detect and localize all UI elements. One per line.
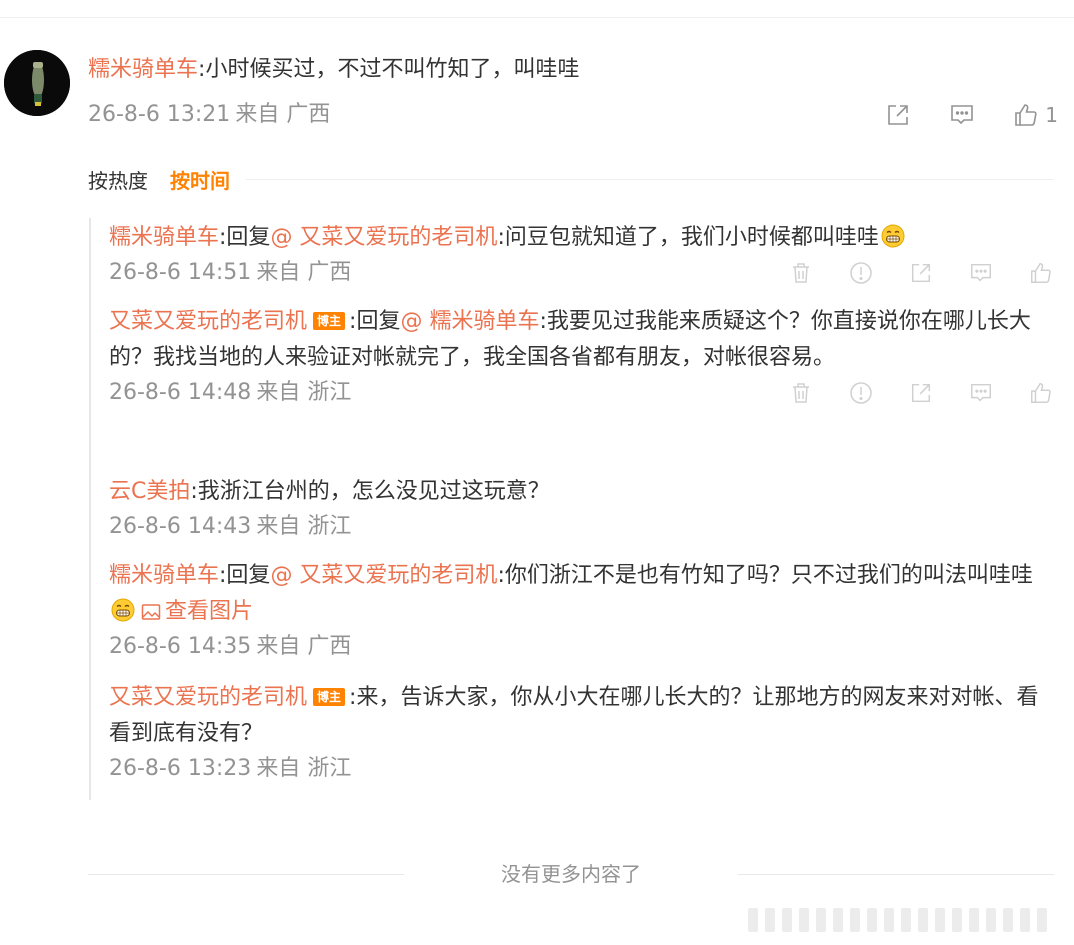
delete-button[interactable]	[789, 381, 813, 405]
reply-item: 糯米骑单车:回复@ 又菜又爱玩的老司机:你们浙江不是也有竹知了吗？只不过我们的叫…	[109, 558, 1053, 664]
reply-location: 来自 浙江	[256, 756, 352, 781]
report-button[interactable]	[849, 381, 873, 405]
image-icon	[141, 604, 161, 620]
like-count: 1	[1045, 103, 1058, 127]
reply-meta: 26-8-6 14:43 来自 浙江	[109, 510, 1053, 544]
blogger-badge: 博主	[313, 688, 346, 706]
top-divider	[0, 17, 1074, 18]
reply-meta: 26-8-6 14:51 来自 广西	[109, 256, 1053, 290]
share-icon	[911, 383, 931, 403]
watermark	[748, 905, 1066, 935]
reply-prefix: :回复	[219, 563, 271, 588]
report-button[interactable]	[849, 261, 873, 285]
reply-body: :我浙江台州的，怎么没见过这玩意？	[190, 479, 550, 504]
blogger-badge: 博主	[313, 312, 346, 330]
reply-actions	[753, 256, 1053, 290]
report-icon	[850, 262, 872, 284]
reply-username[interactable]: 又菜又爱玩的老司机	[109, 685, 307, 710]
share-icon	[911, 263, 931, 283]
reply-meta: 26-8-6 14:48 来自 浙江	[109, 376, 1053, 410]
like-button[interactable]	[1029, 381, 1053, 405]
reply-text: 糯米骑单车:回复@ 又菜又爱玩的老司机:你们浙江不是也有竹知了吗？只不过我们的叫…	[109, 558, 1053, 630]
sort-by-time-tab[interactable]: 按时间	[170, 165, 230, 194]
reply-timestamp: 26-8-6 14:51	[109, 260, 252, 285]
sort-divider	[246, 178, 1054, 180]
comment-body: 小时候买过，不过不叫竹知了，叫哇哇	[205, 57, 580, 82]
reply-body: :你们浙江不是也有竹知了吗？只不过我们的叫法叫哇哇	[497, 563, 1033, 588]
reply-actions	[753, 376, 1053, 410]
report-icon	[850, 382, 872, 404]
reply-button[interactable]	[969, 381, 993, 405]
sort-bar: 按热度 按时间	[88, 163, 1054, 195]
sort-by-hot-tab[interactable]: 按热度	[88, 165, 148, 194]
reply-timestamp: 26-8-6 14:48	[109, 380, 252, 405]
reply-text: 云C美拍:我浙江台州的，怎么没见过这玩意？	[109, 474, 1053, 510]
grin-emoji-icon	[111, 598, 135, 622]
grin-emoji-icon	[881, 224, 905, 248]
reply-text: 又菜又爱玩的老司机 博主:来，告诉大家，你从小大在哪儿长大的？让那地方的网友来对对…	[109, 680, 1053, 752]
reply-item: 糯米骑单车:回复@ 又菜又爱玩的老司机:问豆包就知道了，我们小时候都叫哇哇 26…	[109, 220, 1053, 290]
reply-prefix: :回复	[219, 225, 271, 250]
share-button[interactable]	[885, 102, 911, 128]
end-divider-right	[738, 874, 1054, 875]
reply-item: 又菜又爱玩的老司机 博主:来，告诉大家，你从小大在哪儿长大的？让那地方的网友来对对…	[109, 680, 1053, 786]
main-comment-meta: 26-8-6 13:21 来自 广西 1	[88, 98, 1058, 132]
reply-username[interactable]: 云C美拍	[109, 479, 190, 504]
avatar[interactable]	[4, 50, 70, 116]
reply-mention[interactable]: @ 又菜又爱玩的老司机	[270, 225, 497, 250]
reply-location: 来自 浙江	[256, 380, 352, 405]
reply-prefix: :回复	[349, 309, 401, 334]
reply-item: 又菜又爱玩的老司机 博主:回复@ 糯米骑单车:我要见过我能来质疑这个？你直接说你在…	[109, 304, 1053, 410]
comment-icon	[951, 105, 974, 125]
like-button[interactable]: 1	[1013, 102, 1058, 128]
view-image-link[interactable]: 查看图片	[141, 599, 253, 624]
thumbs-up-icon	[1031, 263, 1051, 283]
share-button[interactable]	[909, 381, 933, 405]
trash-icon	[793, 263, 809, 283]
thumbs-up-icon	[1031, 383, 1051, 403]
reply-location: 来自 广西	[256, 260, 352, 285]
reply-username[interactable]: 糯米骑单车	[109, 225, 219, 250]
comment-username[interactable]: 糯米骑单车	[88, 57, 198, 82]
reply-username[interactable]: 又菜又爱玩的老司机	[109, 309, 307, 334]
comment-icon	[971, 263, 991, 282]
reply-meta: 26-8-6 14:35 来自 广西	[109, 630, 1053, 664]
main-comment-actions: 1	[847, 98, 1058, 132]
like-button[interactable]	[1029, 261, 1053, 285]
reply-button[interactable]	[969, 261, 993, 285]
reply-timestamp: 26-8-6 14:43	[109, 514, 252, 539]
reply-meta: 26-8-6 13:23 来自 浙江	[109, 752, 1053, 786]
comment-timestamp: 26-8-6 13:21	[88, 102, 231, 127]
reply-mention[interactable]: @ 糯米骑单车	[400, 309, 539, 334]
reply-item: 云C美拍:我浙江台州的，怎么没见过这玩意？ 26-8-6 14:43 来自 浙江	[109, 474, 1053, 544]
reply-location: 来自 浙江	[256, 514, 352, 539]
reply-timestamp: 26-8-6 13:23	[109, 756, 252, 781]
reply-text: 糯米骑单车:回复@ 又菜又爱玩的老司机:问豆包就知道了，我们小时候都叫哇哇	[109, 220, 1053, 256]
reply-text: 又菜又爱玩的老司机 博主:回复@ 糯米骑单车:我要见过我能来质疑这个？你直接说你在…	[109, 304, 1053, 376]
reply-mention[interactable]: @ 又菜又爱玩的老司机	[270, 563, 497, 588]
avatar-image	[4, 50, 70, 116]
reply-button[interactable]	[949, 102, 975, 128]
delete-button[interactable]	[789, 261, 813, 285]
thumbs-up-icon	[1015, 104, 1037, 126]
reply-username[interactable]: 糯米骑单车	[109, 563, 219, 588]
trash-icon	[793, 383, 809, 403]
reply-list: 糯米骑单车:回复@ 又菜又爱玩的老司机:问豆包就知道了，我们小时候都叫哇哇 26…	[89, 218, 1056, 800]
reply-body: :问豆包就知道了，我们小时候都叫哇哇	[497, 225, 879, 250]
main-comment-text: 糯米骑单车:小时候买过，不过不叫竹知了，叫哇哇	[88, 52, 1058, 88]
view-image-label: 查看图片	[165, 599, 254, 624]
share-button[interactable]	[909, 261, 933, 285]
share-icon	[888, 105, 909, 125]
main-comment: 糯米骑单车:小时候买过，不过不叫竹知了，叫哇哇	[88, 52, 1058, 88]
end-of-content: 没有更多内容了	[88, 857, 1054, 891]
comment-icon	[971, 383, 991, 402]
comment-location: 来自 广西	[235, 102, 331, 127]
reply-location: 来自 广西	[256, 634, 352, 659]
reply-timestamp: 26-8-6 14:35	[109, 634, 252, 659]
